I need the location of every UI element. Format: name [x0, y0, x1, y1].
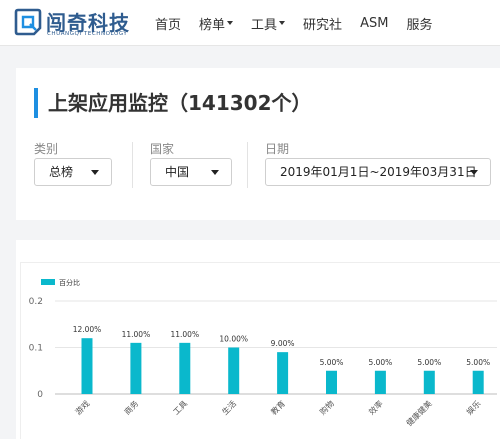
x-tick-label: 健康健美	[404, 398, 434, 428]
data-label: 10.00%	[219, 335, 248, 344]
data-label: 5.00%	[320, 358, 344, 367]
y-tick-label: 0	[37, 390, 43, 400]
nav-tools-label: 工具	[251, 17, 278, 33]
bar	[130, 342, 142, 394]
chart-card: 百分比 0 0.1 0.2 12.00% 游戏 11.00% 商务 11.00% 工具 10.00%…	[16, 240, 500, 439]
chevron-down-icon	[91, 170, 99, 175]
data-label: 5.00%	[368, 358, 392, 367]
data-label: 12.00%	[73, 325, 102, 334]
page-title: 上架应用监控（141302个）	[34, 88, 312, 118]
nav-research-label: 研究社	[303, 17, 343, 33]
category-select[interactable]: 总榜	[34, 158, 112, 186]
logo[interactable]: 闯奇科技 CHUANGQI TECHNOLOGY	[14, 7, 134, 39]
nav-home-label: 首页	[155, 17, 182, 33]
data-label: 5.00%	[466, 358, 490, 367]
bar	[423, 370, 435, 394]
x-tick-label: 购物	[318, 398, 336, 416]
bar	[81, 338, 93, 394]
category-bar-chart: 百分比 0 0.1 0.2 12.00% 游戏 11.00% 商务 11.00% 工具 10.00%…	[29, 278, 497, 428]
x-tick-label: 教育	[269, 398, 287, 416]
x-tick-label: 游戏	[73, 398, 91, 416]
nav-services-label: 服务	[406, 17, 433, 33]
x-tick-label: 商务	[122, 398, 140, 416]
y-tick-label: 0.1	[29, 344, 43, 354]
divider	[247, 142, 248, 188]
x-tick-label: 娱乐	[464, 398, 482, 416]
x-tick-label: 生活	[220, 398, 238, 416]
nav-rankings[interactable]: 榜单	[199, 14, 234, 33]
chevron-down-icon	[279, 21, 286, 25]
nav-asm[interactable]: ASM	[360, 16, 388, 31]
bar	[277, 352, 289, 394]
category-label: 类别	[34, 142, 59, 156]
nav-tools[interactable]: 工具	[251, 14, 286, 33]
x-tick-label: 工具	[172, 399, 190, 417]
date-range-value: 2019年01月1日~2019年03月31日	[280, 165, 477, 179]
bar	[228, 347, 240, 394]
chart-panel: 百分比 0 0.1 0.2 12.00% 游戏 11.00% 商务 11.00% 工具 10.00%…	[20, 262, 500, 439]
country-label: 国家	[150, 142, 175, 156]
nav-asm-label: ASM	[360, 15, 389, 31]
filter-card: 上架应用监控（141302个） 类别 总榜 国家 中国 日期 2019年01月1…	[16, 68, 500, 220]
category-value: 总榜	[49, 165, 74, 179]
chevron-down-icon	[470, 170, 478, 175]
legend-swatch	[41, 279, 55, 285]
logo-mark-icon	[14, 8, 42, 36]
divider	[132, 142, 133, 188]
data-label: 9.00%	[271, 339, 295, 348]
top-navbar: 闯奇科技 CHUANGQI TECHNOLOGY 首页 榜单 工具 研究社 AS…	[0, 0, 500, 46]
data-label: 11.00%	[122, 330, 151, 339]
bar	[472, 370, 484, 394]
nav-home[interactable]: 首页	[155, 14, 181, 33]
nav-services[interactable]: 服务	[406, 14, 432, 33]
date-range-select[interactable]: 2019年01月1日~2019年03月31日	[265, 158, 491, 186]
bar	[179, 342, 191, 394]
date-label: 日期	[265, 142, 290, 156]
main-nav: 首页 榜单 工具 研究社 ASM 服务	[155, 0, 450, 46]
nav-rankings-label: 榜单	[199, 17, 226, 33]
country-value: 中国	[165, 165, 190, 179]
bar	[326, 370, 337, 394]
y-tick-label: 0.2	[29, 297, 43, 307]
data-label: 5.00%	[417, 358, 441, 367]
data-label: 11.00%	[170, 330, 199, 339]
chevron-down-icon	[227, 21, 234, 25]
bar	[374, 370, 386, 394]
legend-label: 百分比	[59, 278, 80, 287]
x-tick-label: 效率	[366, 398, 384, 416]
nav-research[interactable]: 研究社	[303, 14, 342, 33]
logo-subtext: CHUANGQI TECHNOLOGY	[47, 31, 128, 37]
country-select[interactable]: 中国	[150, 158, 232, 186]
chevron-down-icon	[211, 170, 219, 175]
